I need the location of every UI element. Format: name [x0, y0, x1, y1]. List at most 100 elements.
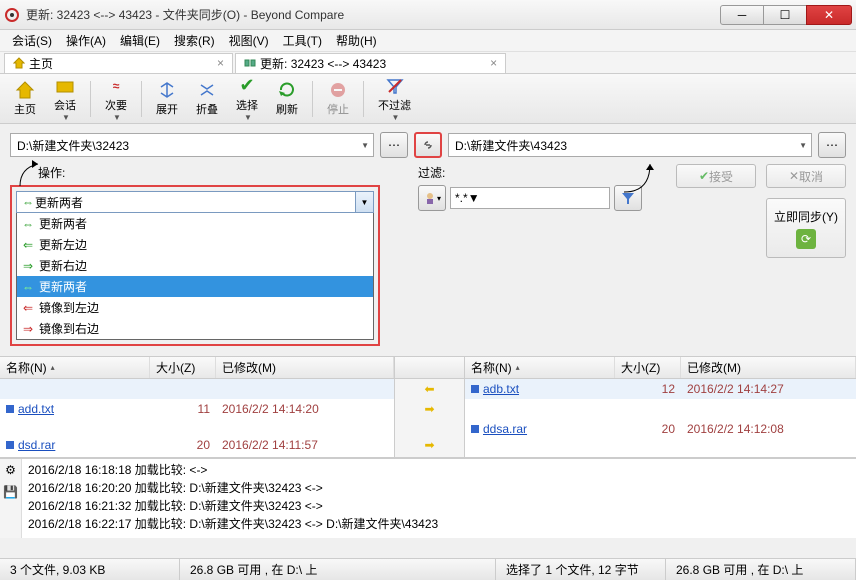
- table-row[interactable]: [0, 419, 394, 435]
- menu-edit[interactable]: 编辑(E): [114, 30, 166, 51]
- tb-session[interactable]: 会话▼: [46, 74, 84, 124]
- col-name[interactable]: 名称(N)▴: [465, 357, 615, 378]
- table-row[interactable]: dsd.rar202016/2/2 14:11:57: [0, 435, 394, 455]
- copy-left-icon[interactable]: ⬅: [424, 382, 434, 396]
- tab-session[interactable]: 更新: 32423 <--> 43423 ×: [235, 53, 506, 73]
- menu-view[interactable]: 视图(V): [223, 30, 275, 51]
- table-row[interactable]: [0, 379, 394, 399]
- toolbar: 主页 会话▼ ≈次要▼ 展开 折叠 ✔选择▼ 刷新 停止 不过滤▼: [0, 74, 856, 124]
- window-title: 更新: 32423 <--> 43423 - 文件夹同步(O) - Beyond…: [26, 6, 721, 23]
- status-files: 3 个文件, 9.03 KB: [0, 559, 180, 580]
- file-icon: [471, 425, 479, 433]
- file-name[interactable]: adb.txt: [483, 382, 519, 396]
- tb-minor[interactable]: ≈次要▼: [97, 74, 135, 124]
- sync-icon: [244, 57, 256, 69]
- table-row[interactable]: add.txt112016/2/2 14:14:20: [0, 399, 394, 419]
- file-name[interactable]: add.txt: [18, 402, 54, 416]
- menu-search[interactable]: 搜索(R): [168, 30, 221, 51]
- file-name[interactable]: dsd.rar: [18, 438, 55, 452]
- right-path-input[interactable]: D:\新建文件夹\43423 ▼: [448, 133, 812, 157]
- dropdown-icon: ▼: [799, 141, 807, 150]
- filter-value: *.*: [455, 191, 468, 205]
- filter-input[interactable]: *.* ▼: [450, 187, 610, 209]
- log-line: 2016/2/18 16:22:17 加载比较: D:\新建文件夹\32423 …: [28, 515, 850, 533]
- op-mirror-right[interactable]: ⇒镜像到右边: [17, 318, 373, 339]
- col-size[interactable]: 大小(Z): [150, 357, 216, 378]
- status-selection: 选择了 1 个文件, 12 字节: [496, 559, 666, 580]
- tab-home-close[interactable]: ×: [217, 56, 224, 70]
- op-mirror-left[interactable]: ⇐镜像到左边: [17, 297, 373, 318]
- neq-icon: ≈: [106, 76, 126, 96]
- apply-filter-button[interactable]: [614, 185, 642, 211]
- tab-session-close[interactable]: ×: [490, 56, 497, 70]
- table-row[interactable]: [465, 399, 856, 419]
- col-mod[interactable]: 已修改(M): [681, 357, 856, 378]
- tb-home[interactable]: 主页: [6, 78, 44, 119]
- op-update-both-sel[interactable]: ⇔更新两者: [17, 276, 373, 297]
- right-grid-header: 名称(N)▴ 大小(Z) 已修改(M): [465, 357, 856, 379]
- tb-refresh[interactable]: 刷新: [268, 78, 306, 119]
- operations-label: 操作:: [38, 164, 65, 181]
- operations-row: 操作: ⇔ 更新两者 ▼ ⇔更新两者 ⇐更新左边 ⇒更新右边 ⇔更新两者 ⇐镜像…: [0, 162, 856, 356]
- status-left-disk: 26.8 GB 可用 , 在 D:\ 上: [180, 559, 496, 580]
- link-paths-button[interactable]: [414, 132, 442, 158]
- tb-collapse[interactable]: 折叠: [188, 78, 226, 119]
- operation-combo[interactable]: ⇔ 更新两者 ▼: [16, 191, 374, 213]
- table-row[interactable]: ddsa.rar202016/2/2 14:12:08: [465, 419, 856, 439]
- copy-right-icon[interactable]: ➡: [424, 438, 434, 452]
- tb-stop[interactable]: 停止: [319, 78, 357, 119]
- file-icon: [471, 385, 479, 393]
- gear-icon[interactable]: ⚙: [5, 463, 16, 477]
- file-name[interactable]: ddsa.rar: [483, 422, 527, 436]
- menu-help[interactable]: 帮助(H): [330, 30, 383, 51]
- comparison-grids: 名称(N)▴ 大小(Z) 已修改(M) add.txt112016/2/2 14…: [0, 356, 856, 458]
- titlebar: 更新: 32423 <--> 43423 - 文件夹同步(O) - Beyond…: [0, 0, 856, 30]
- action-column: ⬅ ➡ ➡: [395, 357, 465, 457]
- expand-icon: [157, 80, 177, 100]
- separator: [90, 81, 91, 117]
- sync-now-label: 立即同步(Y): [774, 208, 838, 225]
- right-browse-button[interactable]: ⋯: [818, 132, 846, 158]
- op-update-left[interactable]: ⇐更新左边: [17, 234, 373, 255]
- table-row[interactable]: adb.txt122016/2/2 14:14:27: [465, 379, 856, 399]
- refresh-icon: [277, 80, 297, 100]
- accept-button[interactable]: ✔ 接受: [676, 164, 756, 188]
- menubar: 会话(S) 操作(A) 编辑(E) 搜索(R) 视图(V) 工具(T) 帮助(H…: [0, 30, 856, 52]
- separator: [141, 81, 142, 117]
- file-icon: [6, 441, 14, 449]
- dropdown-icon: ▼: [361, 141, 369, 150]
- left-path-input[interactable]: D:\新建文件夹\32423 ▼: [10, 133, 374, 157]
- left-browse-button[interactable]: ⋯: [380, 132, 408, 158]
- tab-session-label: 更新: 32423 <--> 43423: [260, 55, 386, 72]
- op-update-right[interactable]: ⇒更新右边: [17, 255, 373, 276]
- op-update-both[interactable]: ⇔更新两者: [17, 213, 373, 234]
- tab-bar: 主页 × 更新: 32423 <--> 43423 ×: [0, 52, 856, 74]
- combo-caret[interactable]: ▼: [355, 192, 373, 212]
- col-name[interactable]: 名称(N)▴: [0, 357, 150, 378]
- save-icon[interactable]: 💾: [3, 485, 18, 499]
- folder-icon: [55, 76, 75, 96]
- maximize-button[interactable]: ☐: [763, 5, 807, 25]
- menu-tools[interactable]: 工具(T): [277, 30, 328, 51]
- statusbar: 3 个文件, 9.03 KB 26.8 GB 可用 , 在 D:\ 上 选择了 …: [0, 558, 856, 580]
- minimize-button[interactable]: ─: [720, 5, 764, 25]
- filter-presets-button[interactable]: ▾: [418, 185, 446, 211]
- tab-home[interactable]: 主页 ×: [4, 53, 233, 73]
- cancel-button[interactable]: ✕ 取消: [766, 164, 846, 188]
- operation-selected: 更新两者: [35, 194, 83, 211]
- left-grid: 名称(N)▴ 大小(Z) 已修改(M) add.txt112016/2/2 14…: [0, 357, 395, 457]
- close-button[interactable]: ✕: [806, 5, 852, 25]
- tb-expand[interactable]: 展开: [148, 78, 186, 119]
- col-size[interactable]: 大小(Z): [615, 357, 681, 378]
- tab-home-label: 主页: [29, 55, 53, 72]
- col-mod[interactable]: 已修改(M): [216, 357, 394, 378]
- tb-nofilter[interactable]: 不过滤▼: [370, 74, 419, 124]
- menu-action[interactable]: 操作(A): [60, 30, 112, 51]
- right-path-value: D:\新建文件夹\43423: [455, 137, 567, 154]
- tb-select[interactable]: ✔选择▼: [228, 74, 266, 124]
- log-line: 2016/2/18 16:20:20 加载比较: D:\新建文件夹\32423 …: [28, 479, 850, 497]
- log-content[interactable]: 2016/2/18 16:18:18 加载比较: <-> 2016/2/18 1…: [22, 459, 856, 538]
- menu-session[interactable]: 会话(S): [6, 30, 58, 51]
- sync-now-button[interactable]: 立即同步(Y) ⟳: [766, 198, 846, 258]
- copy-right-icon[interactable]: ➡: [424, 402, 434, 416]
